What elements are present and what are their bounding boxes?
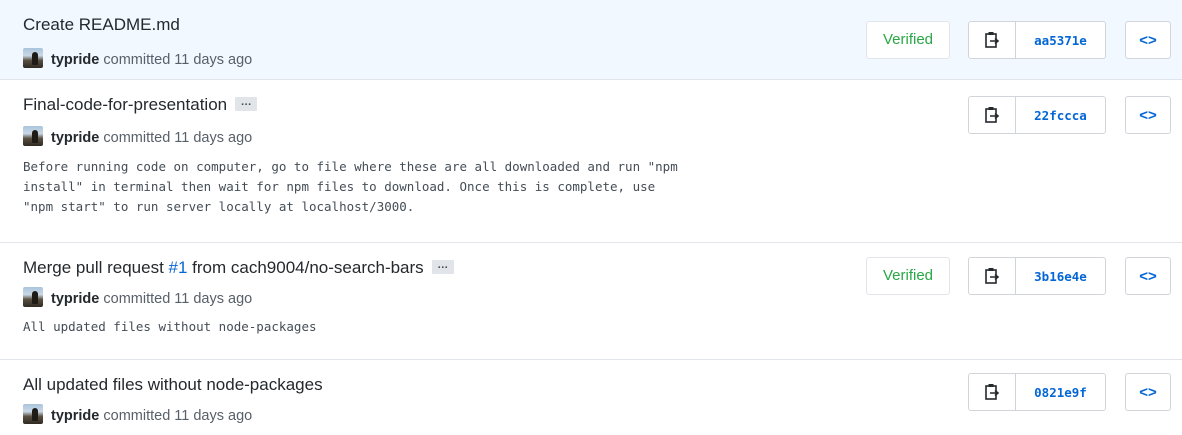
verified-badge[interactable]: Verified [866, 21, 950, 59]
browse-repo-button[interactable]: <> [1125, 96, 1171, 134]
browse-repo-button[interactable]: <> [1125, 21, 1171, 59]
commit-description: All updated files without node-packages [23, 319, 317, 334]
commit-meta: typride committed 11 days ago [23, 48, 253, 70]
commit-row: Create README.md typride committed 11 da… [0, 0, 1182, 80]
browse-repo-button[interactable]: <> [1125, 373, 1171, 411]
commit-row: All updated files without node-packages … [0, 360, 1182, 435]
commit-meta: typride committed 11 days ago [23, 126, 253, 148]
committed-time: committed 11 days ago [103, 290, 253, 307]
commit-title-link[interactable]: Create README.md [23, 15, 180, 34]
commit-row: Merge pull request #1 from cach9004/no-s… [0, 243, 1182, 360]
avatar[interactable] [23, 404, 43, 424]
code-icon: <> [1139, 383, 1157, 401]
commit-title-link[interactable]: All updated files without node-packages [23, 375, 323, 394]
avatar[interactable] [23, 126, 43, 146]
code-icon: <> [1139, 267, 1157, 285]
commit-meta: typride committed 11 days ago [23, 287, 253, 309]
clipboard-icon [985, 32, 1000, 48]
committed-time: committed 11 days ago [103, 129, 253, 146]
committed-time: committed 11 days ago [103, 51, 253, 68]
clipboard-icon [985, 107, 1000, 123]
sha-link[interactable]: aa5371e [1016, 22, 1105, 58]
browse-repo-button[interactable]: <> [1125, 257, 1171, 295]
sha-link[interactable]: 0821e9f [1016, 374, 1105, 410]
commit-title-link[interactable]: Final-code-for-presentation [23, 95, 227, 114]
commit-title: Merge pull request #1 from cach9004/no-s… [23, 258, 424, 277]
copy-sha-button[interactable] [969, 97, 1016, 133]
author-link[interactable]: typride [51, 52, 99, 68]
avatar[interactable] [23, 48, 43, 68]
commit-row: Final-code-for-presentation … typride com… [0, 80, 1182, 243]
expand-description-button[interactable]: … [235, 96, 258, 111]
expand-description-button[interactable]: … [431, 259, 454, 274]
sha-button-group: 22fccca [968, 96, 1106, 134]
commit-meta: typride committed 11 days ago [23, 404, 253, 426]
commit-title-line: All updated files without node-packages [23, 375, 323, 395]
author-link[interactable]: typride [51, 291, 99, 307]
commit-title-line: Final-code-for-presentation … [23, 95, 258, 115]
committed-time: committed 11 days ago [103, 407, 253, 424]
sha-link[interactable]: 22fccca [1016, 97, 1105, 133]
commit-title-prefix[interactable]: Merge pull request [23, 258, 169, 277]
sha-button-group: 0821e9f [968, 373, 1106, 411]
pull-request-link[interactable]: #1 [169, 258, 188, 277]
commit-description: Before running code on computer, go to f… [23, 159, 678, 214]
sha-link[interactable]: 3b16e4e [1016, 258, 1105, 294]
copy-sha-button[interactable] [969, 22, 1016, 58]
avatar[interactable] [23, 287, 43, 307]
author-link[interactable]: typride [51, 408, 99, 424]
commit-title-line: Create README.md [23, 15, 180, 35]
clipboard-icon [985, 384, 1000, 400]
code-icon: <> [1139, 31, 1157, 49]
commit-title-line: Merge pull request #1 from cach9004/no-s… [23, 258, 454, 278]
copy-sha-button[interactable] [969, 258, 1016, 294]
author-link[interactable]: typride [51, 130, 99, 146]
sha-button-group: aa5371e [968, 21, 1106, 59]
sha-button-group: 3b16e4e [968, 257, 1106, 295]
code-icon: <> [1139, 106, 1157, 124]
copy-sha-button[interactable] [969, 374, 1016, 410]
clipboard-icon [985, 268, 1000, 284]
verified-badge[interactable]: Verified [866, 257, 950, 295]
commit-title-suffix[interactable]: from cach9004/no-search-bars [187, 258, 424, 277]
